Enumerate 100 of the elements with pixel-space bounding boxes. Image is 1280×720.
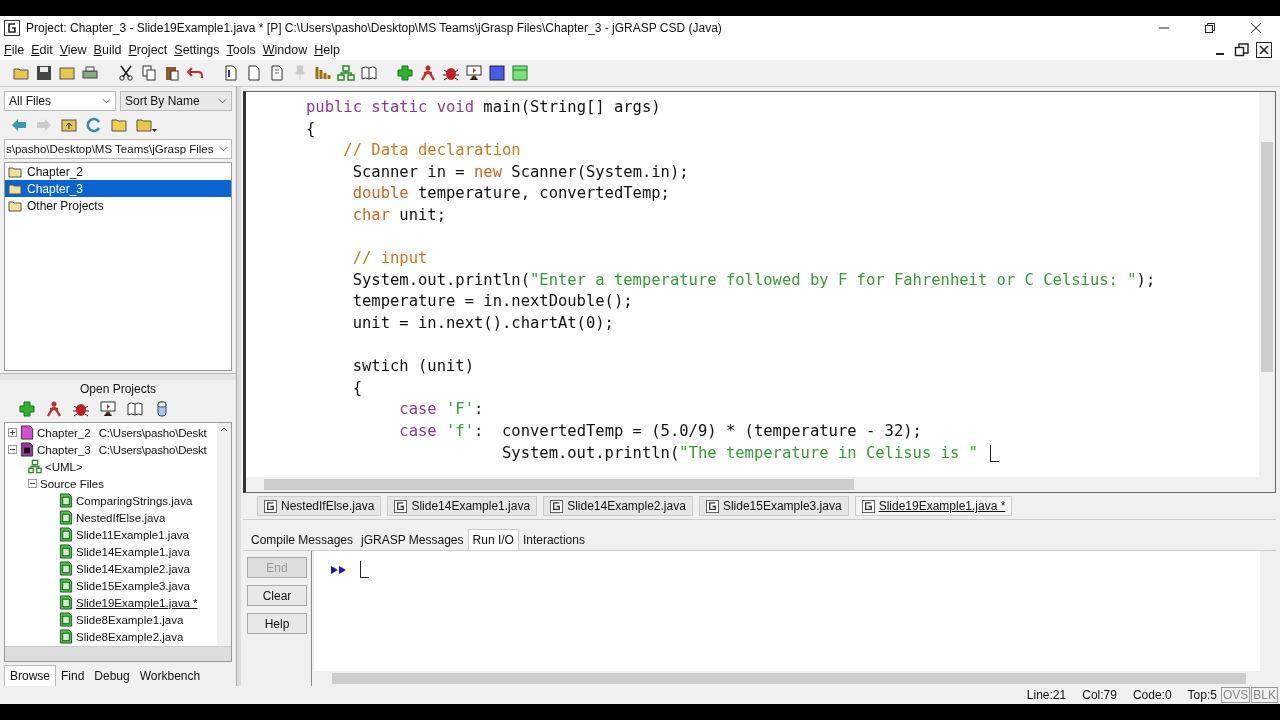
java-file-icon [59, 527, 73, 542]
file-tab[interactable]: Slide14Example2.java [543, 496, 693, 516]
running-figure-icon[interactable] [419, 64, 437, 82]
tree-item[interactable]: Chapter_2 [37, 426, 93, 439]
code-line: // input [351, 248, 429, 270]
tree-item[interactable]: Slide11Example1.java [76, 528, 191, 541]
code-line: System.out.println("The temperature in Celisus is " [306, 442, 1259, 465]
tree-item[interactable]: Slide15Example3.java [76, 579, 192, 592]
status-text: Code:0 [1132, 688, 1172, 702]
code-line: char unit; [351, 204, 447, 226]
menu-item[interactable]: Project [128, 43, 168, 57]
bar-chart-icon[interactable] [314, 64, 332, 82]
code-line: { [306, 118, 317, 140]
file-type-icon [861, 499, 875, 513]
close-icon[interactable] [1256, 42, 1272, 58]
menu-item[interactable]: View [59, 43, 87, 57]
hierarchy-icon[interactable] [337, 64, 355, 82]
java-file-icon [59, 612, 73, 627]
expand-toggle-icon[interactable] [8, 445, 17, 454]
paste-icon[interactable] [163, 64, 181, 82]
panel-tab[interactable]: Find [56, 666, 90, 686]
close-icon[interactable] [1250, 22, 1262, 34]
tree-item[interactable]: Slide8Example1.java [76, 613, 186, 626]
cut-icon[interactable] [117, 64, 135, 82]
presentation-icon[interactable] [465, 64, 483, 82]
file-tab[interactable]: NestedIfElse.java [257, 496, 382, 516]
run-button[interactable]: Clear [247, 585, 307, 606]
sort-dropdown[interactable]: Sort By Name [120, 91, 232, 111]
folder-icon[interactable] [110, 116, 128, 134]
book-icon[interactable] [360, 64, 378, 82]
copy-icon[interactable] [140, 64, 158, 82]
window-icon[interactable] [511, 64, 529, 82]
file-filter-dropdown[interactable]: All Files [4, 91, 116, 111]
panel-tab[interactable]: Debug [89, 666, 135, 686]
hierarchy-icon [28, 459, 42, 474]
folder-item[interactable]: Chapter_2 [5, 163, 231, 180]
run-button[interactable]: Help [247, 613, 307, 634]
panel-tab[interactable]: Workbench [134, 666, 206, 686]
path-dropdown[interactable]: s\pasho\Desktop\MS Teams\jGrasp Files [4, 139, 232, 159]
message-tab[interactable]: jGRASP Messages [357, 530, 468, 550]
status-text: Line:21 [1026, 688, 1067, 702]
plus-icon[interactable] [18, 400, 36, 418]
menu-item[interactable]: Tools [226, 43, 256, 57]
folder-item[interactable]: Chapter_3 [5, 180, 231, 197]
expand-toggle-icon[interactable] [8, 428, 17, 437]
vertical-scrollbar[interactable] [217, 423, 231, 646]
menu-item[interactable]: Settings [174, 43, 220, 57]
horizontal-scrollbar[interactable] [5, 646, 231, 661]
folder-up-icon[interactable] [60, 116, 78, 134]
tree-item[interactable]: Slide19Example1.java * [76, 596, 200, 609]
refresh-icon[interactable] [85, 116, 103, 134]
folder-icon [8, 199, 22, 212]
book-icon[interactable] [126, 400, 144, 418]
tree-item[interactable]: Chapter_3 [37, 443, 93, 456]
chevron-down-icon [102, 98, 111, 104]
java-file-icon [59, 493, 73, 508]
horizontal-scrollbar[interactable] [314, 671, 1276, 686]
running-figure-icon[interactable] [45, 400, 63, 418]
code-line: public static void main(String[] args) [306, 97, 662, 118]
folder-item[interactable]: Other Projects [5, 197, 231, 214]
message-tab[interactable]: Interactions [518, 530, 589, 550]
panel-tab[interactable]: Browse [4, 665, 56, 686]
menu-item[interactable]: Window [262, 43, 308, 57]
code-line: temperature = in.nextDouble(); [351, 291, 634, 313]
folder-icon [8, 165, 22, 178]
file-tab[interactable]: Slide15Example3.java [698, 496, 849, 516]
menu-item[interactable]: Edit [31, 43, 53, 57]
save-icon[interactable] [35, 64, 53, 82]
message-tab[interactable]: Compile Messages [247, 530, 358, 550]
tree-item[interactable]: Slide14Example2.java [76, 562, 192, 575]
tree-item[interactable]: ComparingStrings.java [76, 494, 195, 507]
square-icon[interactable] [488, 64, 506, 82]
expand-toggle-icon[interactable] [28, 479, 37, 488]
folder-icon[interactable] [58, 64, 76, 82]
tree-item[interactable]: Slide8Example2.java [76, 630, 186, 643]
horizontal-scrollbar[interactable] [246, 477, 1275, 492]
file-tab[interactable]: Slide19Example1.java * [854, 496, 1013, 516]
menu-item[interactable]: File [4, 43, 25, 57]
vertical-scrollbar[interactable] [1259, 92, 1275, 477]
message-tab[interactable]: Run I/O [467, 529, 519, 550]
printer-icon[interactable] [81, 64, 99, 82]
file-tab[interactable]: Slide14Example1.java [387, 496, 538, 516]
java-file-icon [59, 510, 73, 525]
menu-item[interactable]: Build [93, 43, 122, 57]
app-logo-icon [4, 20, 20, 36]
chevron-down-icon [219, 146, 228, 152]
java-file-icon [59, 629, 73, 644]
java-file-icon [59, 578, 73, 593]
tree-item[interactable]: NestedIfElse.java [76, 511, 168, 524]
menu-item[interactable]: Help [314, 43, 340, 57]
plus-icon[interactable] [396, 64, 414, 82]
restore-icon[interactable] [1204, 22, 1216, 34]
chevron-down-icon [218, 98, 227, 104]
presentation-icon[interactable] [99, 400, 117, 418]
tree-item[interactable]: Source Files [40, 477, 106, 490]
folder-dropdown-icon[interactable] [135, 116, 159, 134]
tree-item[interactable]: <UML> [45, 460, 85, 473]
restore-icon[interactable] [1234, 42, 1250, 58]
document-icon[interactable] [222, 64, 240, 82]
tree-item[interactable]: Slide14Example1.java [76, 545, 192, 558]
